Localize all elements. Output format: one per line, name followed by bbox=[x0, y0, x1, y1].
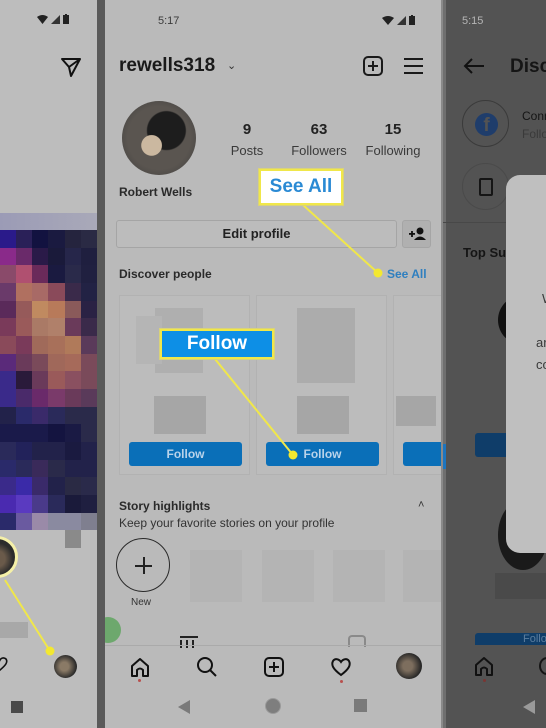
notification-dot bbox=[138, 679, 141, 682]
heart-icon[interactable] bbox=[330, 656, 352, 678]
follow-button[interactable]: Follow bbox=[266, 442, 379, 466]
chevron-down-icon[interactable]: ⌄ bbox=[227, 59, 236, 72]
home-icon[interactable] bbox=[473, 655, 495, 677]
highlight-placeholder bbox=[262, 550, 314, 602]
chevron-up-icon[interactable]: ˄ bbox=[418, 499, 424, 511]
bottom-navigation bbox=[105, 648, 441, 688]
notification-dot bbox=[340, 680, 343, 683]
blurred-avatar bbox=[297, 308, 355, 383]
contacts-icon bbox=[479, 178, 493, 196]
add-person-icon bbox=[409, 227, 426, 240]
permission-dialog: W l ar co s bbox=[506, 175, 546, 553]
highlight-placeholder bbox=[190, 550, 242, 602]
profile-username[interactable]: rewells318 bbox=[119, 55, 215, 77]
profile-avatar[interactable] bbox=[122, 101, 196, 175]
menu-icon[interactable] bbox=[404, 58, 423, 74]
system-navigation bbox=[105, 690, 441, 728]
pixelated-image-edge bbox=[0, 213, 97, 230]
blurred-avatar bbox=[136, 316, 162, 364]
discover-people-title: Discover people bbox=[119, 267, 212, 281]
panel-edge bbox=[443, 0, 446, 728]
wifi-icon bbox=[382, 15, 394, 25]
home-button-icon[interactable] bbox=[265, 698, 281, 714]
discover-people-toggle-button[interactable] bbox=[402, 220, 431, 248]
search-icon[interactable] bbox=[196, 656, 218, 678]
profile-avatar-icon[interactable] bbox=[54, 655, 77, 678]
connect-contacts-circle[interactable] bbox=[462, 163, 509, 210]
dialog-text: ar bbox=[536, 335, 546, 350]
middle-screenshot-panel: 5:17 rewells318 ⌄ 9 Posts 63 Followers 1… bbox=[105, 0, 441, 728]
back-icon[interactable] bbox=[178, 700, 190, 714]
pixelated-post-image bbox=[0, 230, 97, 548]
new-post-icon[interactable] bbox=[263, 656, 285, 678]
battery-icon bbox=[409, 15, 415, 25]
follow-callout: Follow bbox=[160, 329, 274, 359]
stat-following-value: 15 bbox=[384, 121, 402, 138]
status-time: 5:15 bbox=[462, 15, 484, 27]
edit-profile-button[interactable]: Edit profile bbox=[116, 220, 397, 248]
tabs-divider bbox=[105, 645, 441, 646]
stat-following[interactable]: 15 Following bbox=[364, 121, 422, 158]
top-suggestions-title: Top Su bbox=[463, 245, 507, 260]
follow-button[interactable] bbox=[403, 442, 441, 466]
status-bar-icons bbox=[37, 14, 69, 24]
follow-button[interactable]: Follow bbox=[129, 442, 242, 466]
story-highlights-title: Story highlights bbox=[119, 499, 211, 513]
back-icon[interactable] bbox=[523, 700, 535, 714]
stat-posts-label: Posts bbox=[230, 143, 264, 158]
see-all-link[interactable]: See All bbox=[387, 267, 427, 281]
blurred-username bbox=[396, 396, 436, 426]
signal-icon bbox=[397, 15, 406, 25]
see-all-callout: See All bbox=[259, 169, 343, 205]
right-screenshot-panel: 5:15 Disc f Conn Follo Top Su Follo W l … bbox=[443, 0, 546, 728]
heart-icon[interactable] bbox=[0, 656, 8, 672]
blurred-username bbox=[154, 396, 206, 434]
story-highlights-subtitle: Keep your favorite stories on your profi… bbox=[119, 516, 335, 530]
signal-icon bbox=[51, 14, 60, 24]
search-icon[interactable] bbox=[539, 657, 546, 675]
blurred-username bbox=[297, 396, 349, 434]
follow-button[interactable]: Follo bbox=[475, 633, 546, 645]
connect-facebook-subtitle: Follo bbox=[522, 127, 546, 141]
back-arrow-icon[interactable] bbox=[463, 58, 485, 74]
notification-dot bbox=[483, 679, 486, 682]
stat-followers-value: 63 bbox=[310, 121, 328, 138]
dialog-text: W bbox=[542, 291, 546, 306]
profile-avatar-icon[interactable] bbox=[396, 653, 422, 679]
stat-posts-value: 9 bbox=[242, 121, 252, 138]
battery-icon bbox=[63, 14, 69, 24]
recent-apps-icon[interactable] bbox=[11, 701, 23, 713]
follow-button-edge bbox=[443, 444, 446, 469]
stat-followers[interactable]: 63 Followers bbox=[274, 121, 364, 158]
stat-following-label: Following bbox=[365, 143, 421, 158]
new-highlight-button[interactable] bbox=[116, 538, 170, 592]
discover-people-title: Disc bbox=[510, 56, 546, 77]
highlight-placeholder bbox=[403, 550, 441, 602]
profile-stats: 9 Posts 63 Followers 15 Following bbox=[220, 121, 422, 158]
direct-message-icon[interactable] bbox=[60, 56, 82, 78]
facebook-connect-circle[interactable]: f bbox=[462, 100, 509, 147]
profile-full-name: Robert Wells bbox=[119, 185, 193, 199]
wifi-icon bbox=[37, 14, 48, 24]
highlight-placeholder bbox=[333, 550, 385, 602]
new-highlight-label: New bbox=[131, 597, 152, 608]
dialog-text: co bbox=[536, 357, 546, 372]
new-post-icon[interactable] bbox=[363, 56, 383, 76]
facebook-icon: f bbox=[475, 113, 498, 136]
blurred-username bbox=[495, 573, 546, 599]
stat-posts[interactable]: 9 Posts bbox=[220, 121, 274, 158]
left-screenshot-panel bbox=[0, 0, 97, 728]
stat-followers-label: Followers bbox=[291, 143, 347, 158]
panel-divider bbox=[97, 0, 105, 728]
blurred-text bbox=[0, 622, 28, 638]
connect-facebook-title[interactable]: Conn bbox=[522, 109, 546, 123]
recent-apps-icon[interactable] bbox=[354, 699, 367, 712]
status-time: 5:17 bbox=[158, 15, 180, 27]
home-icon[interactable] bbox=[129, 656, 151, 678]
status-bar-icons bbox=[382, 15, 415, 25]
floating-action-button[interactable] bbox=[105, 617, 121, 643]
